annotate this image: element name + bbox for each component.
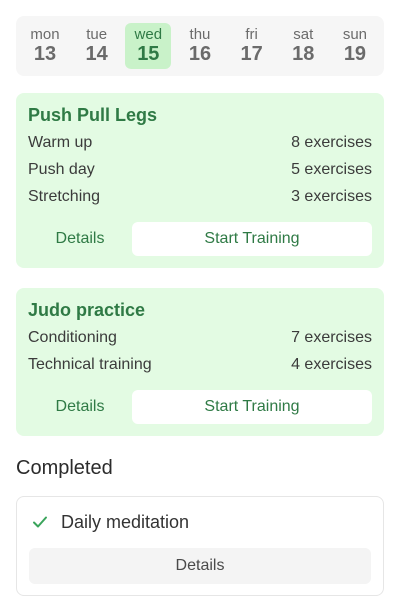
workout-actions: Details Start Training — [28, 390, 372, 424]
workout-card-push-pull-legs: Push Pull Legs Warm up 8 exercises Push … — [16, 93, 384, 268]
day-fri[interactable]: fri 17 — [229, 23, 275, 69]
completed-card-daily-meditation: Daily meditation Details — [16, 496, 384, 596]
day-date: 13 — [33, 43, 57, 65]
day-sat[interactable]: sat 18 — [280, 23, 326, 69]
exercise-group-label: Warm up — [28, 134, 93, 151]
day-name: sat — [293, 26, 314, 43]
details-button[interactable]: Details — [28, 222, 132, 256]
exercise-group-label: Stretching — [28, 188, 101, 205]
exercise-count: 4 exercises — [291, 356, 372, 373]
day-name: mon — [30, 26, 60, 43]
exercise-group-label: Push day — [28, 161, 95, 178]
exercise-count: 5 exercises — [291, 161, 372, 178]
day-wed[interactable]: wed 15 — [125, 23, 172, 69]
exercise-group-row: Push day 5 exercises — [28, 156, 372, 183]
week-strip: mon 13 tue 14 wed 15 thu 16 fri 17 sat 1… — [16, 16, 384, 76]
start-training-button[interactable]: Start Training — [132, 222, 372, 256]
workout-title: Push Pull Legs — [28, 105, 158, 125]
day-date: 17 — [240, 43, 263, 65]
workout-actions: Details Start Training — [28, 222, 372, 256]
completed-item-row: Daily meditation — [29, 509, 371, 535]
exercise-group-row: Technical training 4 exercises — [28, 351, 372, 378]
completed-section-title: Completed — [16, 457, 113, 479]
exercise-count: 7 exercises — [291, 329, 372, 346]
exercise-group-row: Conditioning 7 exercises — [28, 324, 372, 351]
check-icon — [29, 511, 51, 533]
day-name: sun — [342, 26, 368, 43]
exercise-count: 8 exercises — [291, 134, 372, 151]
exercise-group-label: Technical training — [28, 356, 152, 373]
day-name: tue — [86, 26, 108, 43]
day-name: wed — [134, 26, 163, 43]
day-date: 15 — [137, 43, 160, 65]
day-date: 14 — [85, 43, 108, 65]
app-screen: mon 13 tue 14 wed 15 thu 16 fri 17 sat 1… — [0, 0, 400, 612]
workout-title: Judo practice — [28, 300, 146, 320]
day-date: 18 — [292, 43, 315, 65]
exercise-group-row: Warm up 8 exercises — [28, 129, 372, 156]
exercise-group-label: Conditioning — [28, 329, 117, 346]
start-training-button[interactable]: Start Training — [132, 390, 372, 424]
day-tue[interactable]: tue 14 — [74, 23, 120, 69]
completed-item-title: Daily meditation — [61, 511, 190, 532]
day-thu[interactable]: thu 16 — [177, 23, 223, 69]
exercise-group-row: Stretching 3 exercises — [28, 183, 372, 210]
day-name: thu — [189, 26, 211, 43]
day-date: 16 — [188, 43, 212, 65]
details-button[interactable]: Details — [29, 548, 371, 584]
day-mon[interactable]: mon 13 — [22, 23, 68, 69]
day-sun[interactable]: sun 19 — [332, 23, 378, 69]
workout-card-judo-practice: Judo practice Conditioning 7 exercises T… — [16, 288, 384, 436]
exercise-count: 3 exercises — [291, 188, 372, 205]
day-name: fri — [245, 26, 258, 43]
day-date: 19 — [343, 43, 367, 65]
details-button[interactable]: Details — [28, 390, 132, 424]
